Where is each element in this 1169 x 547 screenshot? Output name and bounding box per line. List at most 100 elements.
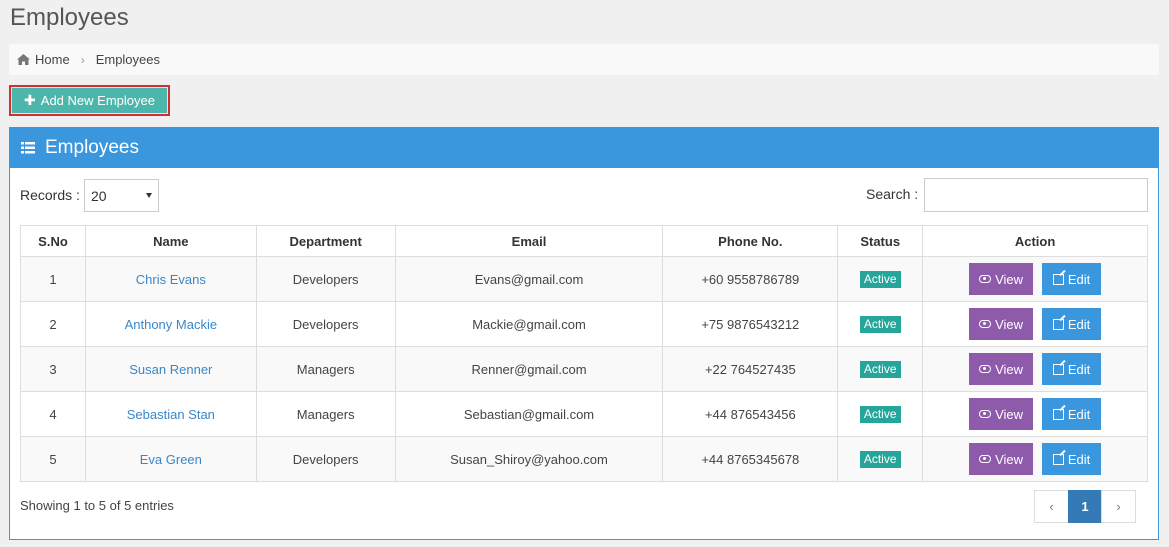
cell-email: Renner@gmail.com (394, 346, 664, 392)
page-title: Employees (10, 4, 129, 31)
cell-department: Managers (255, 346, 396, 392)
search-input[interactable] (924, 178, 1148, 212)
view-button[interactable]: View (969, 398, 1034, 430)
column-header[interactable]: Phone No. (662, 225, 839, 257)
column-header[interactable]: Department (255, 225, 396, 257)
employee-name-link[interactable]: Chris Evans (136, 272, 206, 287)
edit-label: Edit (1067, 271, 1091, 287)
edit-icon (1052, 318, 1064, 330)
cell-sno: 5 (20, 436, 86, 482)
cell-phone: +44 8765345678 (662, 436, 839, 482)
employees-table: S.No Name Department Email Phone No. Sta… (20, 225, 1148, 482)
cell-phone: +44 876543456 (662, 391, 839, 437)
cell-sno: 2 (20, 301, 86, 347)
eye-icon (979, 410, 992, 418)
add-new-employee-button-inner[interactable]: ✚ Add New Employee (12, 88, 167, 113)
breadcrumb-home[interactable]: Home (17, 52, 70, 67)
edit-button[interactable]: Edit (1042, 263, 1102, 295)
records-label: Records : (20, 187, 80, 203)
status-badge: Active (859, 315, 901, 333)
column-header[interactable]: S.No (20, 225, 86, 257)
view-label: View (995, 316, 1024, 332)
edit-label: Edit (1067, 406, 1091, 422)
edit-button[interactable]: Edit (1042, 308, 1102, 340)
cell-department: Developers (255, 256, 396, 302)
table-row: 4 Sebastian Stan Managers Sebastian@gmai… (20, 391, 1148, 437)
column-header[interactable]: Status (837, 225, 924, 257)
eye-icon (979, 455, 992, 463)
cell-sno: 1 (20, 256, 86, 302)
edit-label: Edit (1067, 316, 1091, 332)
home-icon (17, 54, 30, 65)
records-select[interactable]: 20 (84, 179, 159, 212)
table-row: 2 Anthony Mackie Developers Mackie@gmail… (20, 301, 1148, 347)
column-header[interactable]: Name (84, 225, 257, 257)
add-new-employee-label: Add New Employee (40, 93, 155, 108)
eye-icon (979, 320, 992, 328)
breadcrumb: Home › Employees (9, 44, 1159, 75)
cell-phone: +22 764527435 (662, 346, 839, 392)
status-badge: Active (859, 405, 901, 423)
edit-button[interactable]: Edit (1042, 443, 1102, 475)
status-badge: Active (859, 270, 901, 288)
cell-department: Managers (255, 391, 396, 437)
view-label: View (995, 361, 1024, 377)
breadcrumb-home-label: Home (35, 52, 70, 67)
add-new-employee-button[interactable]: ✚ Add New Employee (9, 85, 170, 116)
pagination-page-button[interactable]: 1 (1068, 490, 1102, 523)
employee-name-link[interactable]: Anthony Mackie (125, 317, 218, 332)
edit-icon (1052, 453, 1064, 465)
view-label: View (995, 406, 1024, 422)
cell-department: Developers (255, 301, 396, 347)
column-header[interactable]: Email (394, 225, 664, 257)
view-button[interactable]: View (969, 443, 1034, 475)
pagination: ‹ 1 › (1034, 490, 1136, 523)
eye-icon (979, 275, 992, 283)
edit-icon (1052, 273, 1064, 285)
status-badge: Active (859, 450, 901, 468)
entries-info: Showing 1 to 5 of 5 entries (20, 498, 174, 513)
cell-email: Susan_Shiroy@yahoo.com (394, 436, 664, 482)
view-button[interactable]: View (969, 263, 1034, 295)
caret-down-icon (146, 193, 152, 198)
column-header: Action (922, 225, 1148, 257)
edit-label: Edit (1067, 361, 1091, 377)
table-row: 5 Eva Green Developers Susan_Shiroy@yaho… (20, 436, 1148, 482)
search-label: Search : (866, 186, 919, 202)
breadcrumb-current: Employees (95, 52, 160, 67)
breadcrumb-separator-icon: › (80, 52, 85, 67)
edit-icon (1052, 363, 1064, 375)
cell-phone: +60 9558786789 (662, 256, 839, 302)
table-header-row: S.No Name Department Email Phone No. Sta… (20, 225, 1148, 257)
view-button[interactable]: View (969, 353, 1034, 385)
table-controls: Records : 20 Search : (10, 178, 1158, 212)
view-label: View (995, 271, 1024, 287)
pagination-prev-button[interactable]: ‹ (1034, 490, 1069, 523)
edit-icon (1052, 408, 1064, 420)
cell-phone: +75 9876543212 (662, 301, 839, 347)
employees-panel: Employees Records : 20 Search : S.No Nam… (9, 127, 1159, 540)
pagination-next-button[interactable]: › (1101, 490, 1136, 523)
status-badge: Active (859, 360, 901, 378)
panel-title: Employees (45, 137, 139, 158)
table-row: 1 Chris Evans Developers Evans@gmail.com… (20, 256, 1148, 302)
panel-header: Employees (10, 128, 1158, 168)
employee-name-link[interactable]: Sebastian Stan (127, 407, 215, 422)
edit-button[interactable]: Edit (1042, 353, 1102, 385)
cell-email: Sebastian@gmail.com (394, 391, 664, 437)
cell-sno: 3 (20, 346, 86, 392)
table-row: 3 Susan Renner Managers Renner@gmail.com… (20, 346, 1148, 392)
employee-name-link[interactable]: Eva Green (140, 452, 202, 467)
view-label: View (995, 451, 1024, 467)
view-button[interactable]: View (969, 308, 1034, 340)
edit-button[interactable]: Edit (1042, 398, 1102, 430)
cell-email: Mackie@gmail.com (394, 301, 664, 347)
list-icon (21, 142, 35, 154)
edit-label: Edit (1067, 451, 1091, 467)
records-select-value: 20 (91, 187, 107, 204)
eye-icon (979, 365, 992, 373)
cell-email: Evans@gmail.com (394, 256, 664, 302)
employee-name-link[interactable]: Susan Renner (129, 362, 212, 377)
plus-icon: ✚ (24, 92, 36, 108)
cell-department: Developers (255, 436, 396, 482)
